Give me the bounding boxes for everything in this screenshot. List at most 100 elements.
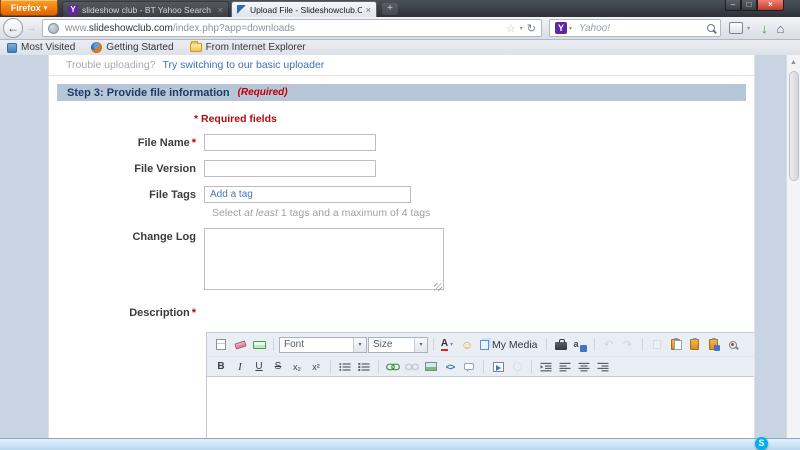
align-left-button[interactable] (556, 358, 574, 375)
special-char-button[interactable]: a (571, 336, 589, 353)
resize-grip-icon[interactable] (434, 283, 442, 291)
search-icon[interactable] (707, 24, 715, 32)
tab-upload-file[interactable]: Upload File - Slideshowclub.Com × (231, 1, 377, 17)
superscript-button[interactable]: x² (307, 358, 325, 375)
redo-button[interactable]: ↷ (619, 336, 637, 353)
numbered-list-button[interactable] (355, 358, 373, 375)
find-replace-button[interactable] (724, 336, 742, 353)
upload-notice: Trouble uploading? Try switching to our … (49, 55, 754, 76)
my-media-button[interactable]: My Media (477, 336, 541, 353)
scrollbar-thumb[interactable] (788, 71, 799, 181)
unlink-icon (405, 363, 419, 370)
new-tab-button[interactable]: + (382, 3, 398, 15)
url-text: www.slideshowclub.com/index.php?app=down… (65, 23, 504, 34)
media-pages-icon (480, 339, 489, 350)
file-tags-field[interactable]: Add a tag (204, 186, 411, 203)
separator (483, 360, 484, 373)
indent-button[interactable] (537, 358, 555, 375)
italic-button[interactable]: I (231, 358, 249, 375)
paste-plain-button[interactable] (686, 336, 704, 353)
file-version-field[interactable] (204, 160, 376, 177)
align-right-icon (597, 362, 609, 371)
home-icon[interactable]: ⌂ (777, 21, 785, 36)
url-bar[interactable]: www.slideshowclub.com/index.php?app=down… (42, 19, 542, 37)
downloads-icon[interactable]: ↓ (761, 21, 768, 36)
page-content: Trouble uploading? Try switching to our … (48, 55, 755, 438)
unlink-button[interactable] (403, 358, 421, 375)
bookmark-most-visited[interactable]: Most Visited (7, 42, 75, 53)
maximize-button[interactable]: □ (741, 0, 757, 11)
close-window-button[interactable]: × (757, 0, 784, 11)
editor-page-button[interactable] (212, 336, 230, 353)
site-identity-icon[interactable] (48, 22, 59, 34)
yahoo-search-icon[interactable]: Y (555, 22, 567, 34)
align-center-icon (578, 362, 590, 371)
skype-icon[interactable]: S (755, 437, 768, 450)
copy-button[interactable] (648, 336, 666, 353)
separator (273, 338, 274, 351)
bookmark-getting-started[interactable]: Getting Started (91, 42, 174, 53)
tab-yahoo-search[interactable]: Y slideshow club - BT Yahoo Search Re...… (62, 1, 229, 17)
scroll-up-icon[interactable]: ▲ (787, 55, 800, 69)
emoticons-button[interactable]: ☺ (458, 336, 476, 353)
paste-word-button[interactable] (705, 336, 723, 353)
firefox-menu-button[interactable]: Firefox ▾ (0, 0, 58, 16)
paste-icon (671, 338, 683, 350)
page-scrollbar[interactable]: ▲ (786, 55, 800, 438)
keyboard-button[interactable] (250, 336, 268, 353)
separator (593, 338, 595, 351)
basic-uploader-link[interactable]: Try switching to our basic uploader (162, 59, 324, 71)
back-button[interactable]: ← (3, 18, 23, 38)
separator (330, 360, 331, 373)
chevron-down-icon[interactable]: ▾ (353, 337, 366, 352)
font-color-button[interactable]: A ▾ (439, 336, 457, 353)
paste-button[interactable] (667, 336, 685, 353)
align-right-button[interactable] (594, 358, 612, 375)
bookmark-folder-from-ie[interactable]: From Internet Explorer (189, 41, 306, 53)
file-name-field[interactable] (204, 134, 376, 151)
chevron-down-icon[interactable]: ▾ (569, 25, 572, 32)
subscript-button[interactable]: x₂ (288, 358, 306, 375)
numbered-list-icon (358, 362, 370, 371)
bookmarks-panel-button[interactable]: ▾ (729, 22, 752, 34)
close-icon[interactable]: × (366, 5, 371, 15)
indent-icon (540, 362, 552, 371)
forward-button[interactable]: → (26, 22, 37, 34)
yahoo-favicon: Y (68, 4, 78, 15)
size-select[interactable]: Size ▾ (368, 336, 428, 353)
close-icon[interactable]: × (218, 5, 223, 15)
toolbox-button[interactable] (552, 336, 570, 353)
url-domain: slideshowclub.com (88, 22, 173, 34)
required-fields-note: * Required fields (194, 113, 277, 125)
add-tag-link[interactable]: Add a tag (210, 189, 253, 200)
undo-button[interactable]: ↶ (600, 336, 618, 353)
remove-format-button[interactable] (231, 336, 249, 353)
bullet-list-button[interactable] (336, 358, 354, 375)
separator (378, 360, 379, 373)
change-log-field[interactable] (204, 228, 444, 290)
align-left-icon (559, 362, 571, 371)
chevron-down-icon: ▾ (43, 4, 48, 12)
chevron-down-icon[interactable]: ▾ (520, 25, 523, 32)
horizontal-rule-button[interactable] (508, 358, 526, 375)
notice-text: Trouble uploading? (66, 59, 156, 71)
bookmark-star-icon[interactable]: ☆ (506, 22, 516, 35)
bold-button[interactable]: B (212, 358, 230, 375)
separator (545, 338, 547, 351)
chevron-down-icon[interactable]: ▾ (414, 337, 427, 352)
strikethrough-button[interactable]: S (269, 358, 287, 375)
insert-code-button[interactable]: <> (441, 358, 459, 375)
insert-image-button[interactable] (422, 358, 440, 375)
insert-quote-button[interactable] (460, 358, 478, 375)
change-log-label: Change Log (132, 231, 196, 243)
underline-button[interactable]: U (250, 358, 268, 375)
description-editor-area[interactable]: ▾ (207, 376, 754, 438)
align-center-button[interactable] (575, 358, 593, 375)
search-input[interactable]: Y ▾ Yahoo! (549, 19, 721, 37)
minimize-button[interactable]: – (725, 0, 741, 11)
text-direction-button[interactable] (489, 358, 507, 375)
briefcase-icon (554, 338, 567, 350)
reload-icon[interactable]: ↻ (527, 22, 536, 35)
insert-link-button[interactable] (384, 358, 402, 375)
font-select[interactable]: Font ▾ (279, 336, 367, 353)
